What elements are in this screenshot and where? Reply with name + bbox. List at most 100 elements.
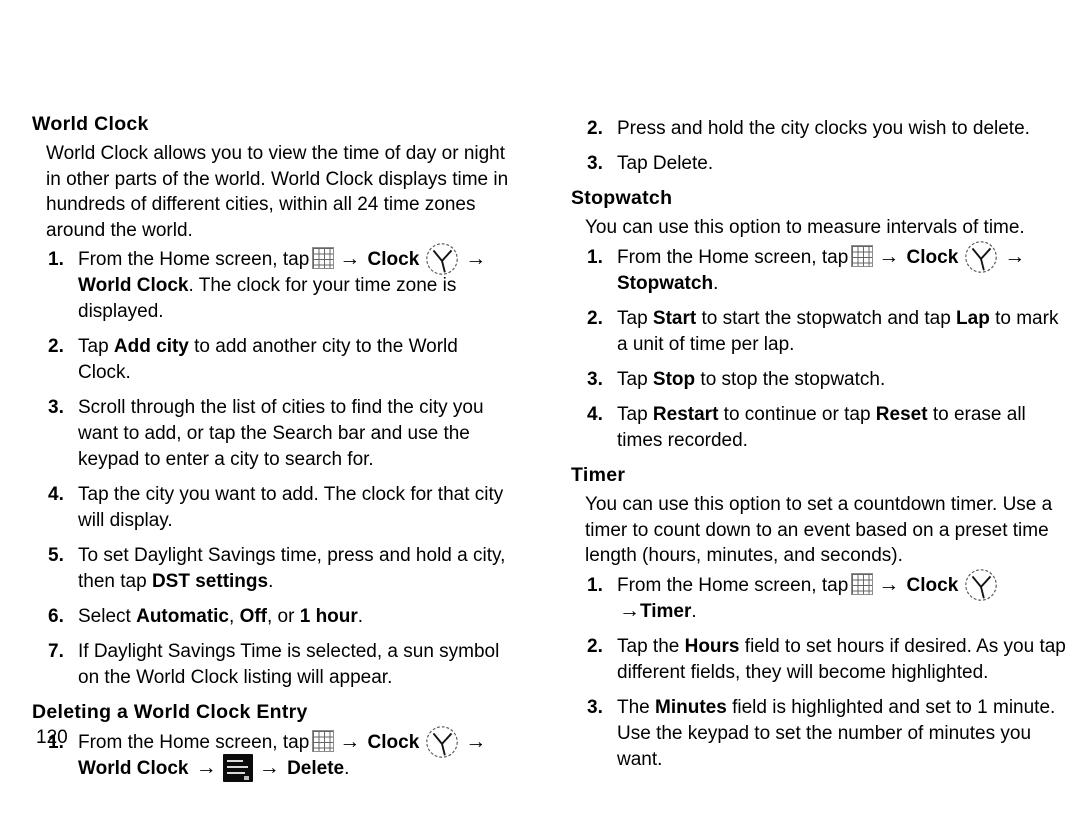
step-text: Tap — [78, 336, 114, 358]
clock-label: Clock — [367, 731, 420, 753]
section-heading-timer: Timer — [571, 463, 626, 486]
list-item: 7. If Daylight Savings Time is selected, … — [32, 639, 509, 691]
list-item: 1. From the Home screen, tap → Clock →Timer… — [571, 568, 1071, 625]
world-clock-steps: 1. From the Home screen, tap → Clock → Worl… — [32, 243, 509, 691]
step-text: . — [357, 606, 364, 628]
step-text: Scroll through the list of cities to fin… — [78, 397, 484, 471]
arrow-icon: → — [195, 755, 217, 779]
list-item: 3. Scroll through the list of cities to f… — [32, 395, 509, 473]
step-text: The — [617, 696, 656, 718]
list-item: 2. Tap Start to start the stopwatch and t… — [571, 306, 1071, 358]
step-number: 2. — [587, 307, 603, 329]
menu-icon[interactable] — [222, 754, 253, 783]
timer-intro-paragraph: You can use this option to set a countdo… — [585, 494, 1053, 567]
world-clock-intro-paragraph: World Clock allows you to view the time … — [46, 143, 509, 241]
world-clock-bold: World Clock — [78, 757, 189, 779]
stopwatch-bold: Stopwatch — [617, 272, 714, 294]
clock-label: Clock — [367, 249, 420, 271]
step-text: , — [229, 606, 240, 628]
step-text: From the Home screen, tap — [78, 249, 310, 271]
list-item: 4. Tap Restart to continue or tap Reset t… — [571, 402, 1071, 454]
step-bold-restart: Restart — [652, 403, 719, 425]
apps-grid-icon[interactable] — [851, 244, 874, 267]
arrow-icon: → — [878, 572, 900, 596]
step-text: . — [344, 757, 350, 779]
step-number: 3. — [48, 397, 64, 419]
clock-icon[interactable] — [962, 566, 1000, 604]
arrow-icon: → — [619, 598, 640, 622]
step-text: Tap — [617, 403, 653, 425]
clock-label: Clock — [906, 246, 959, 268]
arrow-icon: → — [1004, 244, 1026, 268]
clock-icon[interactable] — [423, 723, 461, 761]
step-text: Tap — [617, 307, 653, 329]
apps-grid-icon[interactable] — [312, 729, 335, 752]
list-item: 2. Tap the Hours field to set hours if de… — [571, 634, 1071, 686]
list-item: 6. Select Automatic, Off, or 1 hour. — [32, 604, 509, 630]
stopwatch-steps: 1. From the Home screen, tap → Clock → Stop… — [571, 241, 1071, 454]
timer-steps: 1. From the Home screen, tap → Clock →Timer… — [571, 568, 1071, 773]
step-bold: Add city — [113, 336, 189, 358]
step-number: 2. — [48, 336, 64, 358]
list-item: 1. From the Home screen, tap → Clock → Worl… — [32, 725, 509, 783]
step-bold-lap: Lap — [956, 307, 990, 329]
list-item: 5. To set Daylight Savings time, press an… — [32, 543, 509, 595]
step-bold-one-hour: 1 hour — [299, 606, 358, 628]
section-heading-stopwatch: Stopwatch — [571, 187, 673, 209]
step-number: 2. — [587, 118, 603, 139]
section-heading-world-clock: World Clock — [32, 113, 149, 135]
step-number: 3. — [587, 696, 603, 718]
step-text: . — [713, 272, 719, 294]
arrow-icon: → — [258, 755, 280, 779]
apps-grid-icon[interactable] — [851, 572, 874, 595]
step-bold-automatic: Automatic — [136, 606, 229, 628]
step-text: to start the stopwatch and tap — [696, 307, 957, 329]
arrow-icon: → — [878, 244, 900, 268]
step-number: 1. — [587, 574, 603, 596]
manual-page: World Clock World Clock allows you to vi… — [0, 0, 1080, 834]
section-heading-deleting-world-clock-entry: Deleting a World Clock Entry — [32, 701, 308, 724]
step-number: 7. — [48, 641, 64, 663]
clock-label: Clock — [906, 574, 959, 596]
step-text: From the Home screen, tap — [78, 731, 310, 753]
step-text: , or — [267, 606, 300, 628]
step-text: From the Home screen, tap — [617, 246, 849, 268]
step-text: . — [268, 571, 274, 593]
list-item: 3. The Minutes field is highlighted and s… — [571, 695, 1071, 773]
step-text: If Daylight Savings Time is selected, a … — [78, 641, 500, 689]
step-number: 5. — [48, 545, 64, 567]
arrow-icon: → — [465, 247, 487, 271]
step-number: 1. — [48, 249, 64, 271]
step-bold-minutes: Minutes — [655, 696, 727, 718]
deleting-world-clock-steps: 1. From the Home screen, tap → Clock → Worl… — [32, 725, 509, 783]
step-number: 6. — [48, 606, 64, 628]
step-number: 4. — [48, 484, 64, 506]
list-item: 3. Tap Delete. — [571, 151, 1071, 177]
step-text: Tap the city you want to add. The clock … — [78, 484, 504, 532]
list-item: 4. Tap the city you want to add. The cloc… — [32, 482, 509, 534]
apps-grid-icon[interactable] — [312, 247, 335, 270]
list-item: 1. From the Home screen, tap → Clock → Stop… — [571, 241, 1071, 297]
step-number: 3. — [587, 153, 603, 174]
page-number: 120 — [36, 727, 68, 748]
step-text: To set Daylight Savings time, press and … — [78, 545, 506, 593]
step-text: Tap the — [617, 635, 685, 657]
step-number: 1. — [587, 246, 603, 268]
step-text: Select — [78, 606, 137, 628]
step-text: Tap Delete. — [617, 153, 714, 174]
clock-icon[interactable] — [423, 240, 461, 278]
step-bold-off: Off — [239, 606, 267, 628]
step-bold-start: Start — [652, 307, 697, 329]
step-bold-reset: Reset — [875, 403, 928, 425]
step-bold-hours: Hours — [684, 635, 740, 657]
step-text: to continue or tap — [718, 403, 876, 425]
world-clock-bold: World Clock — [78, 275, 189, 297]
page-columns: World Clock World Clock allows you to vi… — [32, 112, 1066, 791]
timer-bold: Timer — [640, 600, 692, 622]
step-number: 4. — [587, 403, 603, 425]
clock-icon[interactable] — [962, 238, 1000, 276]
arrow-icon: → — [465, 729, 487, 753]
step-text: From the Home screen, tap — [617, 574, 849, 596]
delete-bold: Delete — [287, 757, 345, 779]
step-number: 3. — [587, 368, 603, 390]
